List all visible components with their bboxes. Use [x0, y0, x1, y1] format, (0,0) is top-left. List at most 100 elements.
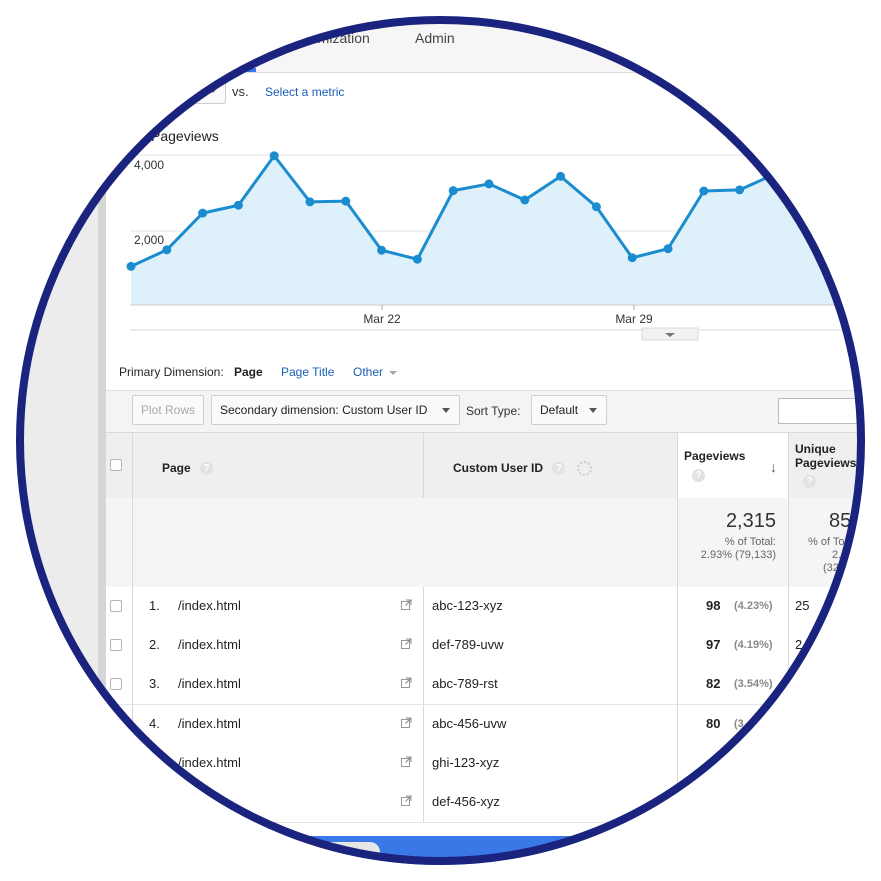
- y-tick-4000: 4,000: [134, 158, 164, 172]
- row-pageviews: 82: [706, 676, 721, 691]
- row-user-id: def-456-xyz: [432, 794, 500, 809]
- row-checkbox[interactable]: [110, 678, 122, 690]
- row-pageviews: 98: [706, 598, 721, 613]
- data-point[interactable]: [198, 208, 208, 218]
- row-page-link[interactable]: /index.html: [178, 716, 241, 731]
- help-icon[interactable]: ?: [200, 462, 214, 476]
- row-page-link[interactable]: /index.html: [178, 637, 241, 652]
- table-header: Page ? Custom User ID ? Pageviews ? ↓ Un…: [106, 432, 865, 500]
- help-icon[interactable]: ?: [803, 475, 816, 488]
- y-tick-2000: 2,000: [134, 233, 164, 247]
- column-divider: [788, 498, 789, 587]
- secondary-dimension-label: Secondary dimension: Custom User ID: [220, 403, 428, 417]
- row-checkbox[interactable]: [110, 796, 122, 808]
- data-point[interactable]: [412, 254, 422, 264]
- total-unique-total: (32: [823, 562, 839, 574]
- pageviews-chart: 4,000 2,000 Mar 22 Mar 29: [126, 151, 865, 341]
- row-page-link[interactable]: /index.html: [178, 755, 241, 770]
- analytics-report: tomization Admin vs. Select a metric Pag…: [16, 16, 865, 865]
- row-unique-pageviews: 25: [795, 598, 810, 613]
- open-external-icon[interactable]: [401, 795, 412, 806]
- data-point[interactable]: [735, 185, 745, 195]
- row-page-link[interactable]: /index.html: [178, 598, 241, 613]
- chevron-down-icon: [442, 408, 450, 413]
- column-divider: [132, 783, 133, 822]
- secondary-dimension-select[interactable]: Secondary dimension: Custom User ID: [211, 395, 460, 425]
- header-unique-pageviews-line2[interactable]: Pageviews: [795, 456, 856, 470]
- data-point[interactable]: [627, 253, 637, 263]
- column-divider: [132, 626, 133, 665]
- data-point[interactable]: [126, 261, 136, 271]
- row-rank: 2.: [149, 637, 160, 652]
- open-external-icon[interactable]: [401, 599, 412, 610]
- table-row: 3. /index.html abc-789-rst 82 (3.54%): [106, 665, 865, 705]
- data-point[interactable]: [591, 202, 601, 212]
- table-row: 4. /index.html abc-456-uvw 80 (3.: [106, 705, 865, 745]
- column-divider: [788, 626, 789, 665]
- open-external-icon[interactable]: [401, 717, 412, 728]
- table-row: 2. /index.html def-789-uvw 97 (4.19%) 2: [106, 626, 865, 666]
- header-custom-user-id-label: Custom User ID: [453, 461, 544, 475]
- data-point[interactable]: [448, 186, 458, 196]
- column-divider: [132, 705, 133, 744]
- primary-dimension-page-title[interactable]: Page Title: [281, 365, 334, 379]
- row-checkbox[interactable]: [110, 639, 122, 651]
- select-all-checkbox[interactable]: [110, 459, 122, 471]
- x-tick-mar29: Mar 29: [615, 312, 653, 326]
- table-search-input[interactable]: [778, 398, 865, 424]
- data-point[interactable]: [305, 197, 315, 207]
- total-pageviews-pct-label: % of Total:: [724, 536, 776, 548]
- data-point[interactable]: [556, 171, 566, 181]
- data-point[interactable]: [269, 151, 279, 161]
- x-tick-mar22: Mar 22: [363, 312, 401, 326]
- data-point[interactable]: [233, 200, 243, 210]
- column-divider: [788, 665, 789, 704]
- remove-dimension-icon[interactable]: [576, 461, 592, 477]
- data-point[interactable]: [377, 245, 387, 255]
- data-point[interactable]: [520, 195, 530, 205]
- row-checkbox[interactable]: [110, 600, 122, 612]
- open-external-icon[interactable]: [401, 638, 412, 649]
- sort-desc-arrow-icon[interactable]: ↓: [770, 459, 777, 475]
- row-user-id: ghi-123-xyz: [432, 755, 500, 770]
- data-point[interactable]: [663, 244, 673, 254]
- primary-dimension-page[interactable]: Page: [234, 365, 263, 379]
- open-external-icon[interactable]: [401, 756, 412, 767]
- header-custom-user-id[interactable]: Custom User ID ?: [453, 461, 592, 477]
- bottom-tab[interactable]: [250, 842, 380, 865]
- column-divider: [788, 783, 789, 822]
- row-checkbox[interactable]: [110, 757, 122, 769]
- data-point[interactable]: [484, 179, 494, 189]
- row-page-link[interactable]: /index.html: [178, 676, 241, 691]
- column-divider: [132, 665, 133, 704]
- total-unique-pct-label: % of To: [808, 536, 845, 548]
- total-pageviews-pct: 2.93% (79,133): [700, 549, 776, 561]
- column-divider: [423, 783, 424, 822]
- data-point[interactable]: [341, 196, 351, 206]
- open-external-icon[interactable]: [401, 677, 412, 688]
- data-point[interactable]: [699, 186, 709, 196]
- row-checkbox[interactable]: [110, 718, 122, 730]
- header-page[interactable]: Page ?: [162, 461, 214, 476]
- row-page-link[interactable]: html: [178, 794, 203, 809]
- column-divider: [132, 744, 133, 783]
- column-divider: [788, 744, 789, 783]
- plot-rows-button[interactable]: Plot Rows: [132, 395, 205, 425]
- primary-dimension-other[interactable]: Other: [353, 365, 383, 379]
- chevron-down-icon: [389, 371, 397, 375]
- help-icon[interactable]: ?: [692, 469, 705, 482]
- series-area: [131, 155, 865, 305]
- table-row: 1. /index.html abc-123-xyz 98 (4.23%) 25: [106, 587, 865, 627]
- column-divider: [423, 587, 424, 626]
- row-pageviews: 80: [706, 716, 721, 731]
- help-icon[interactable]: ?: [552, 462, 566, 476]
- column-divider: [132, 433, 133, 499]
- header-unique-pageviews-line1[interactable]: Unique: [795, 442, 836, 456]
- sort-type-select[interactable]: Default: [531, 395, 607, 425]
- data-point[interactable]: [770, 169, 780, 179]
- column-divider: [677, 705, 678, 744]
- column-divider: [423, 744, 424, 783]
- sort-type-value: Default: [540, 403, 579, 417]
- sort-type-label: Sort Type:: [466, 404, 521, 418]
- header-pageviews[interactable]: Pageviews: [684, 449, 745, 463]
